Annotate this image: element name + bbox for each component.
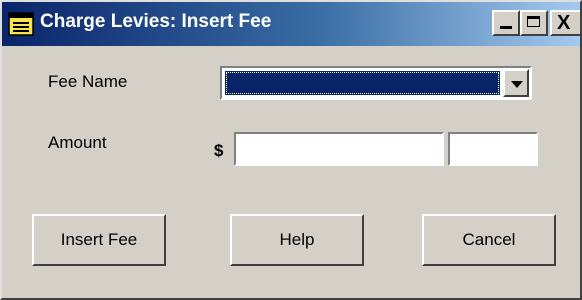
close-icon: X xyxy=(557,12,571,34)
fee-name-label: Fee Name xyxy=(48,72,128,91)
amount-label: Amount xyxy=(48,133,107,152)
title-bar[interactable]: Charge Levies: Insert Fee X xyxy=(2,2,580,46)
insert-fee-button[interactable]: Insert Fee xyxy=(32,214,166,266)
fee-name-dropdown[interactable] xyxy=(220,66,532,100)
minimize-button[interactable] xyxy=(492,10,520,36)
charge-levies-dialog: Charge Levies: Insert Fee X Fee Name Amo… xyxy=(0,0,582,300)
maximize-icon xyxy=(527,16,540,27)
chevron-down-icon xyxy=(511,81,523,88)
amount-dollars-field[interactable] xyxy=(234,132,444,166)
dialog-window-icon xyxy=(8,12,34,36)
cancel-button[interactable]: Cancel xyxy=(422,214,556,266)
dropdown-button[interactable] xyxy=(503,69,529,97)
minimize-icon xyxy=(500,26,512,29)
fee-name-selected-value[interactable] xyxy=(225,71,500,95)
close-button[interactable]: X xyxy=(550,10,580,36)
window-title: Charge Levies: Insert Fee xyxy=(40,11,272,32)
amount-cents-field[interactable] xyxy=(448,132,538,166)
help-button[interactable]: Help xyxy=(230,214,364,266)
maximize-button[interactable] xyxy=(520,10,548,36)
currency-symbol: $ xyxy=(214,141,224,160)
